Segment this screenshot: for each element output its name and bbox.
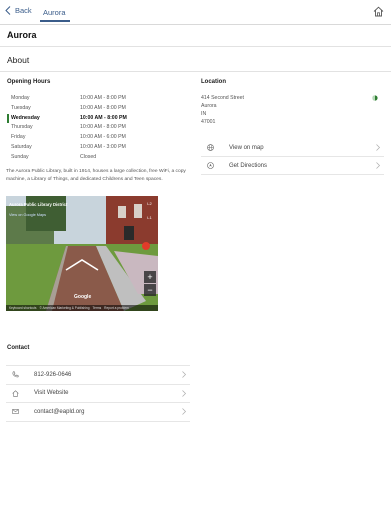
opening-hours-table: Monday 10:00 AM - 8:00 PM Tuesday 10:00 … <box>7 94 187 163</box>
visit-website-label: Visit Website <box>34 390 69 396</box>
divider <box>0 71 391 72</box>
hours-time: 10:00 AM - 8:00 PM <box>80 114 127 121</box>
hours-time: Closed <box>80 153 97 160</box>
copyright-text: © American Marketing & Publishing <box>39 306 90 310</box>
home-icon <box>12 389 19 397</box>
terms-link[interactable]: Terms <box>92 306 101 310</box>
hours-day: Wednesday <box>11 114 40 121</box>
hours-row: Friday 10:00 AM - 6:00 PM <box>7 133 187 143</box>
street-view-title: Aurora Public Library District <box>9 202 68 207</box>
website-contact-item[interactable]: Visit Website <box>6 385 190 403</box>
contact-heading: Contact <box>7 345 30 351</box>
chevron-right-icon <box>182 371 186 378</box>
chevron-right-icon <box>376 162 380 169</box>
get-directions-label: Get Directions <box>229 162 268 169</box>
page-title: Aurora <box>7 30 37 40</box>
view-on-google-maps-link[interactable]: View on Google Maps <box>9 213 46 217</box>
level-button-l1[interactable]: L1 <box>145 215 154 220</box>
address-city: Aurora <box>201 103 217 109</box>
view-on-map-button[interactable]: View on map <box>201 139 384 157</box>
report-problem-link[interactable]: Report a problem <box>104 306 129 310</box>
hours-day: Monday <box>11 95 30 101</box>
hours-row-today: Wednesday 10:00 AM - 8:00 PM <box>7 113 187 124</box>
contact-list: 812-926-0646 Visit Website contact@eapld… <box>6 365 190 422</box>
hours-day: Thursday <box>11 124 33 131</box>
chevron-right-icon <box>182 389 186 397</box>
hours-time: 10:00 AM - 8:00 PM <box>80 95 126 101</box>
home-icon[interactable] <box>373 6 384 17</box>
google-logo: Google <box>74 294 92 300</box>
section-heading-about: About <box>7 55 30 65</box>
chevron-right-icon <box>182 408 186 415</box>
status-dot-icon <box>372 95 378 101</box>
back-button[interactable]: Back <box>5 6 32 15</box>
address-street: 414 Second Street <box>201 95 244 101</box>
breadcrumb-underline <box>40 20 70 22</box>
email-contact-item[interactable]: contact@eapld.org <box>6 403 190 422</box>
today-marker <box>7 113 9 123</box>
library-description: The Aurora Public Library, built in 1914… <box>6 169 186 182</box>
hours-row: Saturday 10:00 AM - 3:00 PM <box>7 143 187 153</box>
hours-day: Saturday <box>11 143 32 150</box>
hours-row: Thursday 10:00 AM - 8:00 PM <box>7 123 187 133</box>
chevron-left-icon <box>5 6 11 15</box>
location-heading: Location <box>201 79 226 85</box>
street-view-footer: Keyboard shortcuts © American Marketing … <box>6 305 158 311</box>
hours-row: Tuesday 10:00 AM - 8:00 PM <box>7 104 187 114</box>
location-actions: View on map Get Directions <box>201 139 384 175</box>
keyboard-shortcuts-link[interactable]: Keyboard shortcuts <box>9 306 36 310</box>
divider <box>0 46 391 47</box>
get-directions-button[interactable]: Get Directions <box>201 157 384 175</box>
breadcrumb-current[interactable]: Aurora <box>43 8 66 17</box>
hours-day: Tuesday <box>11 104 31 111</box>
hours-row: Monday 10:00 AM - 8:00 PM <box>7 94 187 104</box>
directions-icon <box>207 162 214 169</box>
chevron-right-icon <box>376 144 380 151</box>
mail-icon <box>12 409 19 414</box>
email-address: contact@eapld.org <box>34 408 85 415</box>
top-bar: Back Aurora <box>0 0 391 25</box>
address-state: IN <box>201 111 207 117</box>
phone-number: 812-926-0646 <box>34 371 72 378</box>
hours-time: 10:00 AM - 3:00 PM <box>80 143 126 150</box>
back-label: Back <box>15 6 32 15</box>
hours-time: 10:00 AM - 8:00 PM <box>80 104 126 111</box>
level-button-l2[interactable]: L2 <box>145 201 154 206</box>
zoom-in-button[interactable]: + <box>144 271 156 283</box>
zoom-out-button[interactable]: − <box>144 284 156 296</box>
hours-row: Sunday Closed <box>7 153 187 163</box>
address-zip: 47001 <box>201 119 216 125</box>
hours-time: 10:00 AM - 6:00 PM <box>80 134 126 141</box>
phone-contact-item[interactable]: 812-926-0646 <box>6 366 190 385</box>
hours-day: Sunday <box>11 153 29 160</box>
hours-day: Friday <box>11 134 26 141</box>
opening-hours-heading: Opening Hours <box>7 79 51 85</box>
hours-time: 10:00 AM - 8:00 PM <box>80 124 126 131</box>
view-on-map-label: View on map <box>229 144 264 151</box>
phone-icon <box>12 371 19 378</box>
street-view-panel[interactable]: Aurora Public Library District View on G… <box>6 196 158 311</box>
globe-icon <box>207 144 214 151</box>
address-block: 414 Second Street Aurora IN 47001 <box>201 94 244 126</box>
